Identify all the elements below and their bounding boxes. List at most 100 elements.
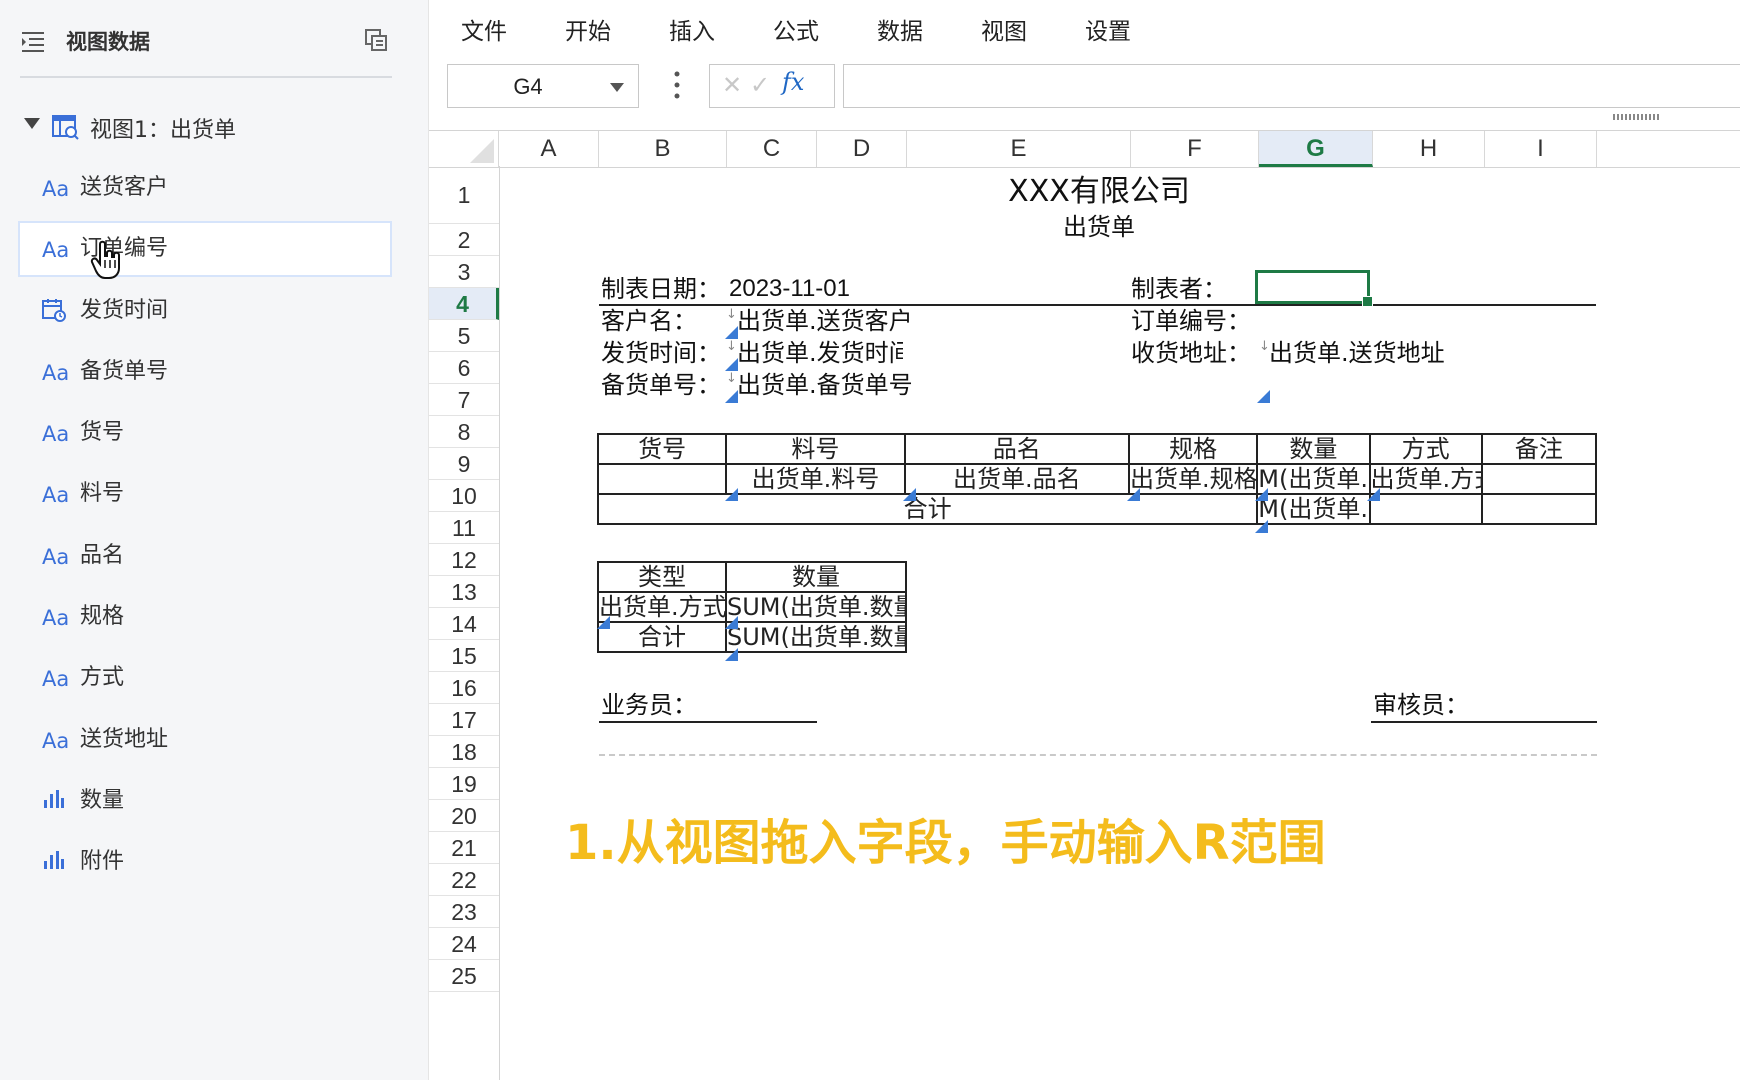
sheet-grid[interactable]: XXX有限公司 出货单 制表日期： 2023-11-01 制表者： 客户名： ↓… (499, 166, 1740, 1080)
total-remark-cell[interactable] (1480, 493, 1598, 525)
address-label-cell[interactable]: 收货地址： (1131, 337, 1251, 369)
row-header-6[interactable]: 6 (429, 352, 499, 384)
column-header-b[interactable]: B (599, 131, 727, 167)
summary-type-cell[interactable]: 出货单.方式 (597, 591, 727, 623)
ship-time-field-cell[interactable]: 出货单.发货时间 (737, 337, 903, 369)
menu-settings[interactable]: 设置 (1085, 12, 1131, 46)
document-title-cell[interactable]: 出货单 (899, 211, 1299, 243)
summary-quantity-cell[interactable]: SUM(出货单.数量 (725, 591, 907, 623)
row-header-8[interactable]: 8 (429, 416, 499, 448)
header-cell-material[interactable]: 料号 (725, 433, 906, 465)
cancel-formula-icon[interactable]: ✕ (722, 71, 742, 99)
field-item-address[interactable]: Aa 送货地址 (18, 712, 392, 768)
fill-handle[interactable] (1362, 296, 1373, 307)
row-header-3[interactable]: 3 (429, 256, 499, 288)
column-header-i[interactable]: I (1485, 131, 1597, 167)
field-item-customer[interactable]: Aa 送货客户 (18, 160, 392, 216)
view-tree-node[interactable]: 视图1：出货单 (20, 110, 390, 146)
row-header-1[interactable]: 1 (429, 166, 499, 224)
row-header-15[interactable]: 15 (429, 640, 499, 672)
summary-total-quantity[interactable]: SUM(出货单.数量 (725, 621, 907, 653)
field-item-stock-number[interactable]: Aa 备货单号 (18, 344, 392, 400)
address-field-cell[interactable]: 出货单.送货地址 (1269, 337, 1445, 369)
data-cell-spec[interactable]: 出货单.规格 (1128, 463, 1259, 495)
column-header-h[interactable]: H (1373, 131, 1485, 167)
more-vertical-icon[interactable] (673, 70, 681, 100)
stock-field-cell[interactable]: 出货单.备货单号 (737, 369, 913, 401)
data-cell-product[interactable]: 出货单.品名 (903, 463, 1131, 495)
row-header-18[interactable]: 18 (429, 736, 499, 768)
stock-label-cell[interactable]: 备货单号： (601, 369, 721, 401)
row-header-14[interactable]: 14 (429, 608, 499, 640)
row-header-17[interactable]: 17 (429, 704, 499, 736)
total-method-cell[interactable] (1368, 493, 1483, 525)
row-header-2[interactable]: 2 (429, 224, 499, 256)
header-cell-remark[interactable]: 备注 (1480, 433, 1598, 465)
row-header-7[interactable]: 7 (429, 384, 499, 416)
total-label-cell[interactable]: 合计 (596, 493, 1259, 525)
row-header-10[interactable]: 10 (429, 480, 499, 512)
salesman-label-cell[interactable]: 业务员： (601, 689, 697, 721)
insert-function-icon[interactable]: fx (782, 68, 804, 96)
data-cell-quantity[interactable]: M(出货单. (1256, 463, 1371, 495)
row-header-13[interactable]: 13 (429, 576, 499, 608)
column-header-f[interactable]: F (1131, 131, 1259, 167)
menu-insert[interactable]: 插入 (669, 12, 715, 46)
row-header-4[interactable]: 4 (429, 288, 499, 320)
date-value-cell[interactable]: 2023-11-01 (729, 273, 850, 305)
chevron-down-icon[interactable] (610, 83, 624, 92)
data-cell-item-no[interactable] (596, 463, 728, 495)
row-header-23[interactable]: 23 (429, 896, 499, 928)
outline-menu-icon[interactable] (22, 30, 44, 52)
field-item-product-name[interactable]: Aa 品名 (18, 528, 392, 584)
row-header-24[interactable]: 24 (429, 928, 499, 960)
column-header-e[interactable]: E (907, 131, 1131, 167)
field-item-quantity[interactable]: 数量 (18, 773, 392, 829)
summary-header-quantity[interactable]: 数量 (725, 561, 907, 593)
confirm-formula-icon[interactable]: ✓ (750, 71, 770, 99)
row-header-12[interactable]: 12 (429, 544, 499, 576)
ship-time-label-cell[interactable]: 发货时间： (601, 337, 721, 369)
field-item-material-number[interactable]: Aa 料号 (18, 466, 392, 522)
name-box[interactable]: G4 (447, 64, 639, 108)
field-item-method[interactable]: Aa 方式 (18, 650, 392, 706)
row-header-21[interactable]: 21 (429, 832, 499, 864)
total-quantity-cell[interactable]: M(出货单. (1256, 493, 1371, 525)
field-item-attachment[interactable]: 附件 (18, 834, 392, 890)
customer-label-cell[interactable]: 客户名： (601, 305, 697, 337)
field-item-item-number[interactable]: Aa 货号 (18, 405, 392, 461)
row-header-16[interactable]: 16 (429, 672, 499, 704)
row-header-22[interactable]: 22 (429, 864, 499, 896)
select-all-corner[interactable] (429, 131, 499, 167)
data-cell-method[interactable]: 出货单.方式 (1368, 463, 1483, 495)
collapse-panel-icon[interactable] (364, 28, 388, 52)
customer-field-cell[interactable]: 出货单.送货客户 (737, 305, 913, 337)
row-header-20[interactable]: 20 (429, 800, 499, 832)
header-cell-product[interactable]: 品名 (903, 433, 1131, 465)
column-header-d[interactable]: D (817, 131, 907, 167)
formula-input[interactable] (843, 64, 1740, 108)
selected-cell-g4[interactable] (1255, 270, 1373, 307)
header-cell-spec[interactable]: 规格 (1128, 433, 1259, 465)
column-header-c[interactable]: C (727, 131, 817, 167)
column-header-a[interactable]: A (499, 131, 599, 167)
formula-bar-resize-handle[interactable] (1613, 114, 1661, 120)
menu-data[interactable]: 数据 (877, 12, 923, 46)
data-cell-remark[interactable] (1480, 463, 1598, 495)
maker-label-cell[interactable]: 制表者： (1131, 273, 1227, 305)
data-cell-material[interactable]: 出货单.料号 (725, 463, 906, 495)
row-header-19[interactable]: 19 (429, 768, 499, 800)
header-cell-method[interactable]: 方式 (1368, 433, 1483, 465)
auditor-label-cell[interactable]: 审核员： (1373, 689, 1469, 721)
company-name-cell[interactable]: XXX有限公司 (899, 172, 1299, 212)
field-item-ship-time[interactable]: 发货时间 (18, 283, 392, 339)
header-cell-item-no[interactable]: 货号 (596, 433, 728, 465)
order-label-cell[interactable]: 订单编号： (1131, 305, 1251, 337)
summary-header-type[interactable]: 类型 (597, 561, 727, 593)
header-cell-quantity[interactable]: 数量 (1256, 433, 1371, 465)
date-label-cell[interactable]: 制表日期： (601, 273, 721, 305)
column-header-g[interactable]: G (1259, 131, 1373, 167)
field-item-spec[interactable]: Aa 规格 (18, 589, 392, 645)
row-header-5[interactable]: 5 (429, 320, 499, 352)
expand-caret-icon[interactable] (24, 118, 40, 129)
